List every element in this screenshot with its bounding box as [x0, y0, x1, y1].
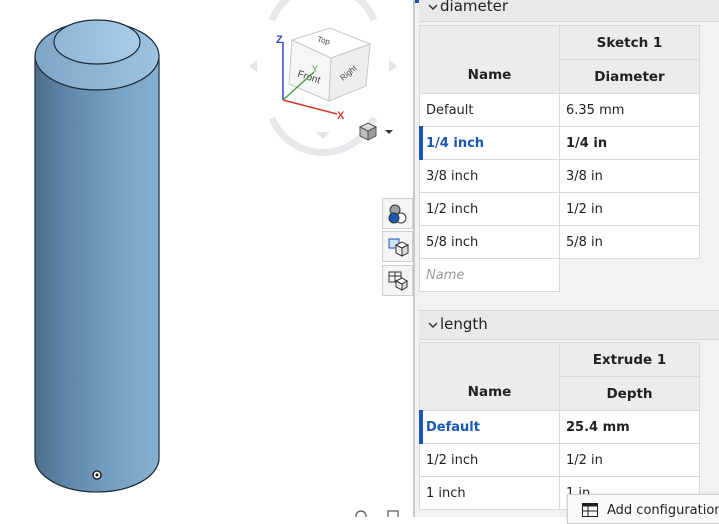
y-axis-label: Y [312, 64, 318, 74]
new-config-row[interactable]: Name [419, 258, 700, 292]
named-views-icon [388, 271, 408, 291]
table-row[interactable]: Default 25.4 mm [419, 410, 700, 445]
rotate-down-arrow-icon[interactable] [316, 132, 330, 139]
appearance-button[interactable] [382, 198, 413, 229]
feature-header: Sketch 1 [559, 25, 700, 60]
config-value-cell[interactable]: 6.35 mm [559, 93, 700, 127]
config-name-cell-active[interactable]: 1/4 inch [419, 126, 560, 161]
view-mode-dropdown[interactable] [358, 122, 393, 141]
parameter-column-header: Depth [559, 376, 700, 411]
empty-cell [559, 258, 700, 292]
chevron-down-icon [385, 130, 393, 134]
rotate-right-arrow-icon[interactable] [389, 60, 397, 72]
x-axis-line [282, 99, 338, 115]
diameter-config-table: Name Sketch 1 Diameter Default 6.35 mm 1… [419, 25, 700, 292]
parameter-column-header: Diameter [559, 59, 700, 94]
viewport-canvas[interactable]: Top Front Right Z X Y [0, 0, 413, 517]
table-row[interactable]: Default 6.35 mm [419, 93, 700, 127]
graphics-viewport[interactable]: Top Front Right Z X Y [0, 0, 413, 517]
appearance-icon [388, 204, 407, 224]
config-name-cell[interactable]: 3/8 inch [419, 159, 560, 193]
named-views-button[interactable] [382, 265, 413, 296]
table-row[interactable]: 1/2 inch 1/2 in [419, 443, 700, 477]
config-value-cell[interactable]: 5/8 in [559, 225, 700, 259]
x-axis-label: X [337, 110, 345, 122]
configuration-panel: diameter Name Sketch 1 Diameter Default … [415, 0, 719, 517]
table-icon [582, 503, 598, 517]
section-view-button[interactable] [382, 231, 413, 262]
add-configuration-button[interactable]: Add configuration [567, 494, 719, 524]
length-section-header[interactable]: length [419, 310, 719, 340]
zoom-icon[interactable] [355, 510, 367, 517]
config-name-cell[interactable]: 1/2 inch [419, 192, 560, 226]
table-row[interactable]: 1/2 inch 1/2 in [419, 192, 700, 226]
table-row[interactable]: 3/8 inch 3/8 in [419, 159, 700, 193]
section-view-icon [388, 238, 409, 257]
table-row[interactable]: 1/4 inch 1/4 in [419, 126, 700, 161]
config-name-cell[interactable]: 1 inch [419, 476, 560, 510]
name-column-header: Name [419, 342, 560, 411]
section-title: length [440, 315, 488, 333]
config-name-cell[interactable]: 5/8 inch [419, 225, 560, 259]
length-config-table: Name Extrude 1 Depth Default 25.4 mm 1/2… [419, 342, 700, 510]
chevron-down-icon [428, 4, 438, 11]
config-value-cell[interactable]: 3/8 in [559, 159, 700, 193]
diameter-section-header[interactable]: diameter [419, 0, 719, 22]
chevron-down-icon [428, 322, 438, 329]
feature-header: Extrude 1 [559, 342, 700, 377]
name-column-header: Name [419, 25, 560, 94]
config-name-cell-active[interactable]: Default [419, 410, 560, 445]
section-title: diameter [440, 0, 508, 15]
add-configuration-label: Add configuration [607, 503, 719, 518]
z-axis-label: Z [276, 34, 283, 46]
rotate-left-arrow-icon[interactable] [249, 60, 257, 72]
config-name-cell[interactable]: 1/2 inch [419, 443, 560, 477]
cylinder-model[interactable] [34, 19, 160, 493]
config-value-cell[interactable]: 1/2 in [559, 443, 700, 477]
fit-view-icon[interactable] [387, 510, 399, 517]
new-config-name-input[interactable]: Name [419, 258, 560, 292]
config-value-cell[interactable]: 1/2 in [559, 192, 700, 226]
config-value-cell[interactable]: 25.4 mm [559, 410, 700, 444]
table-row[interactable]: 5/8 inch 5/8 in [419, 225, 700, 259]
config-name-cell[interactable]: Default [419, 93, 560, 127]
config-value-cell[interactable]: 1/4 in [559, 126, 700, 160]
